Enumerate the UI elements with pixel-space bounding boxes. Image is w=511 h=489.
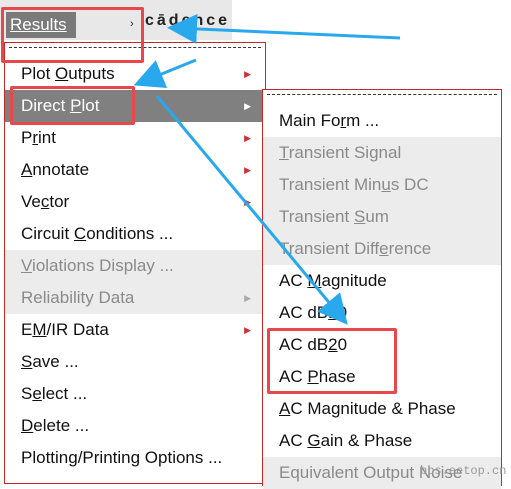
annotation-arrows [133,13,401,325]
arrow-to-results [167,13,401,44]
watermark: bbs.eetop.cn [420,464,507,478]
arrow-to-submenu [155,95,348,325]
arrow-to-direct-plot [133,58,197,88]
